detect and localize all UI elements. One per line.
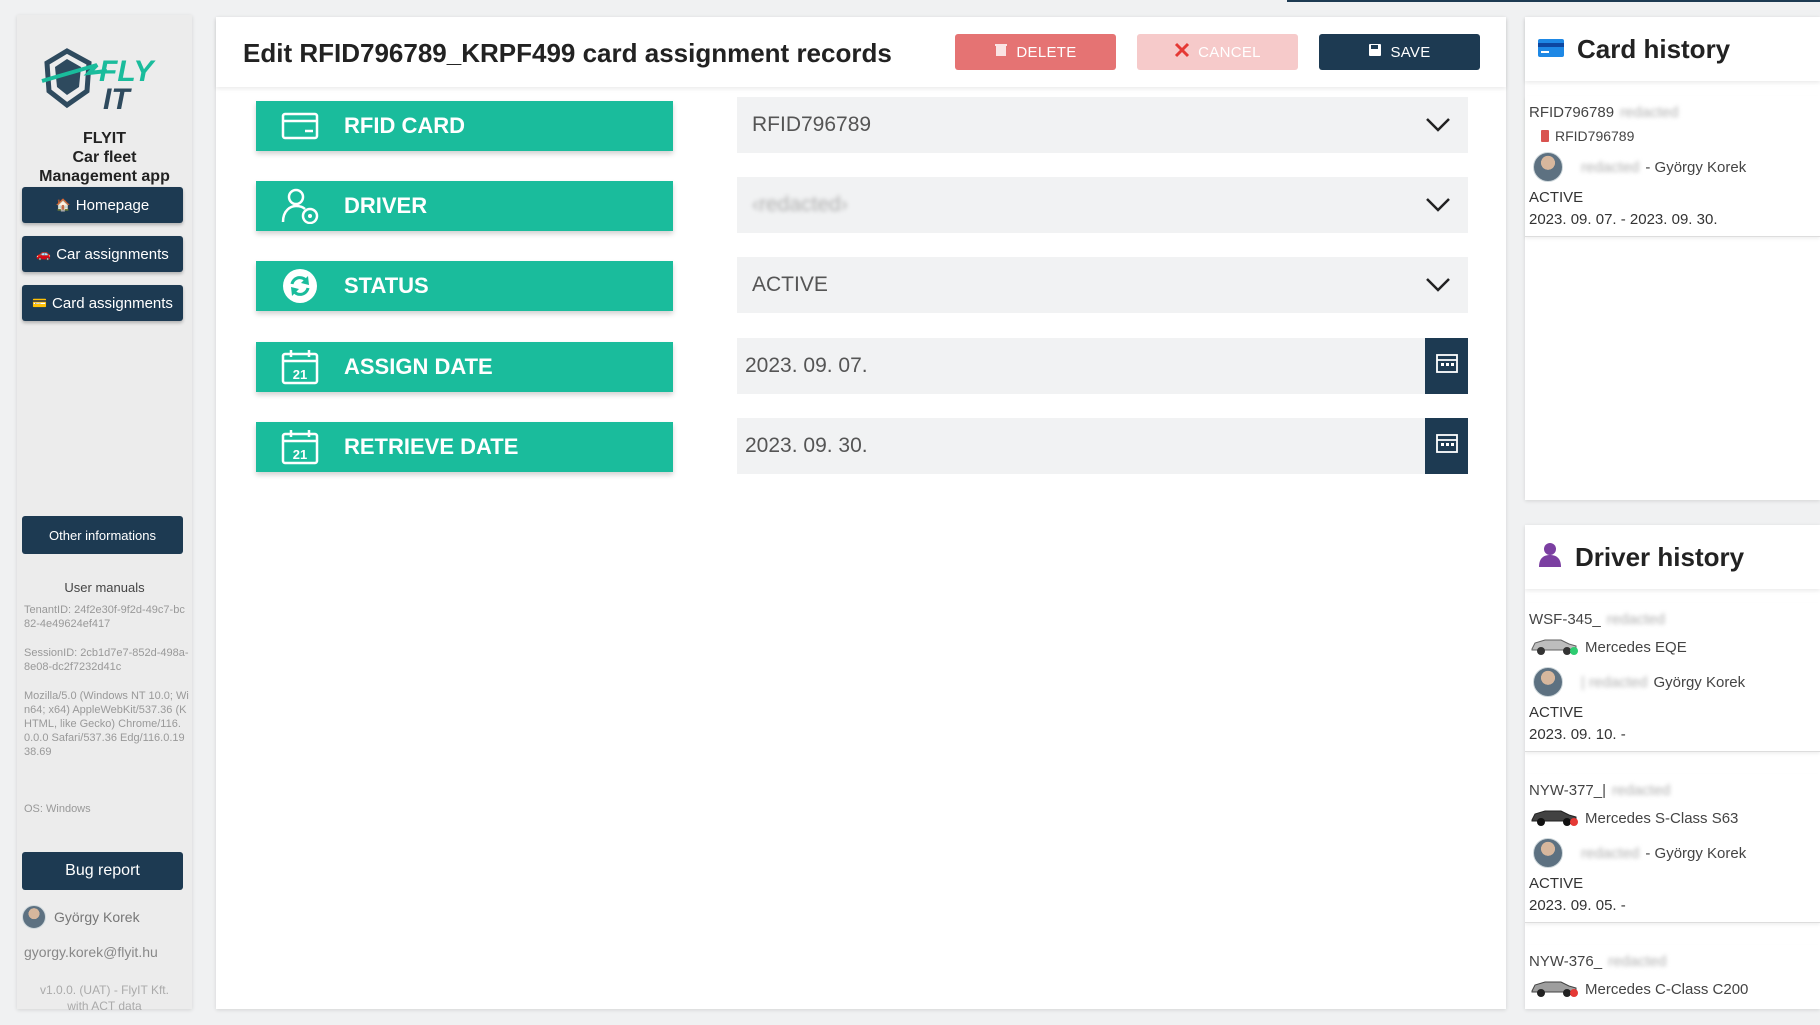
driver-history-entry[interactable]: WSF-345_ redacted Mercedes EQE | redacte… — [1525, 603, 1820, 752]
car-icon: 🚗 — [36, 247, 52, 261]
sidebar: FLY IT FLYIT Car fleet Management app 🏠 … — [17, 15, 192, 1013]
user-icon — [1537, 541, 1563, 574]
flyit-logo[interactable]: FLY IT — [37, 43, 177, 123]
user-agent: Mozilla/5.0 (Windows NT 10.0; Win64; x64… — [24, 690, 189, 758]
nav-homepage-button[interactable]: 🏠 Homepage — [22, 187, 183, 223]
calendar-icon: 21 — [256, 429, 344, 465]
user-manuals-link[interactable]: User manuals — [17, 580, 192, 595]
top-accent-strip — [1287, 0, 1820, 2]
card-icon — [1537, 34, 1565, 65]
chevron-down-icon — [1408, 197, 1468, 213]
driver-history-entry[interactable]: NYW-377_| redacted Mercedes S-Class S63 … — [1525, 774, 1820, 923]
car-icon — [1529, 976, 1579, 1002]
driver-icon — [256, 188, 344, 224]
assign-date-picker-button[interactable] — [1425, 338, 1468, 394]
refresh-icon — [256, 267, 344, 305]
calendar-icon — [1435, 353, 1458, 379]
assign-date-input[interactable]: 2023. 09. 07. — [737, 338, 1468, 394]
status-text: ACTIVE — [1529, 188, 1584, 206]
user-email: gyorgy.korek@flyit.hu — [24, 944, 158, 960]
edit-header: Edit RFID796789_KRPF499 card assignment … — [216, 17, 1506, 87]
session-id: SessionID: 2cb1d7e7-852d-498a-8e08-dc2f7… — [24, 647, 189, 673]
driver-label: DRIVER — [256, 181, 673, 231]
driver-select[interactable]: ‹redacted› — [737, 177, 1468, 233]
rfid-card-label: RFID CARD — [256, 101, 673, 151]
date-range: 2023. 09. 07. - 2023. 09. 30. — [1529, 210, 1718, 228]
nav-card-assignments-button[interactable]: 💳 Card assignments — [22, 285, 183, 321]
avatar — [1533, 152, 1563, 182]
status-text: ACTIVE — [1529, 874, 1584, 892]
chevron-down-icon — [1408, 277, 1468, 293]
close-icon — [1174, 42, 1190, 62]
date-range: 2023. 09. 10. - — [1529, 725, 1626, 743]
app-name: FLYIT Car fleet Management app — [39, 130, 170, 185]
card-history-header: Card history — [1525, 17, 1820, 81]
chevron-down-icon — [1408, 117, 1468, 133]
home-icon: 🏠 — [55, 198, 71, 212]
status-label: STATUS — [256, 261, 673, 311]
status-select[interactable]: ACTIVE — [737, 257, 1468, 313]
assign-date-label: 21 ASSIGN DATE — [256, 342, 673, 392]
card-tag-icon — [1541, 130, 1549, 142]
svg-text:21: 21 — [293, 367, 307, 382]
delete-button[interactable]: DELETE — [955, 34, 1116, 70]
retrieve-date-input[interactable]: 2023. 09. 30. — [737, 418, 1468, 474]
car-icon — [1529, 805, 1579, 831]
driver-history-panel: Driver history WSF-345_ redacted Mercede… — [1525, 525, 1820, 1009]
tenant-id: TenantID: 24f2e30f-9f2d-49c7-bc82-4e4962… — [24, 604, 185, 630]
retrieve-date-picker-button[interactable] — [1425, 418, 1468, 474]
other-informations-button[interactable]: Other informations — [22, 516, 183, 554]
retrieve-date-label: 21 RETRIEVE DATE — [256, 422, 673, 472]
car-icon — [1529, 634, 1579, 660]
trash-icon — [994, 43, 1008, 61]
page-title: Edit RFID796789_KRPF499 card assignment … — [243, 38, 892, 68]
cancel-button[interactable]: CANCEL — [1137, 34, 1298, 70]
avatar — [1533, 838, 1563, 868]
nav-car-assignments-button[interactable]: 🚗 Car assignments — [22, 236, 183, 272]
driver-history-entry[interactable]: NYW-376_ redacted Mercedes C-Class C200 — [1525, 945, 1820, 1009]
save-button[interactable]: SAVE — [1319, 34, 1480, 70]
floppy-icon — [1368, 43, 1382, 61]
os-info: OS: Windows — [24, 803, 91, 815]
status-text: ACTIVE — [1529, 703, 1584, 721]
svg-text:IT: IT — [103, 83, 132, 116]
card-history-panel: Card history RFID796789 redacted RFID796… — [1525, 17, 1820, 500]
bug-report-button[interactable]: Bug report — [22, 852, 183, 890]
card-icon: 💳 — [32, 296, 48, 310]
calendar-icon: 21 — [256, 349, 344, 385]
driver-history-header: Driver history — [1525, 525, 1820, 589]
edit-card-assignment-panel: Edit RFID796789_KRPF499 card assignment … — [216, 17, 1506, 1009]
card-icon — [256, 112, 344, 140]
avatar — [22, 905, 46, 929]
svg-text:21: 21 — [293, 447, 307, 462]
version-info: v1.0.0. (UAT) - FlyIT Kft. with ACT data — [40, 983, 169, 1013]
rfid-card-select[interactable]: RFID796789 — [737, 97, 1468, 153]
current-user: György Korek — [22, 905, 140, 929]
user-name: György Korek — [54, 909, 140, 925]
date-range: 2023. 09. 05. - — [1529, 896, 1626, 914]
calendar-icon — [1435, 433, 1458, 459]
avatar — [1533, 667, 1563, 697]
card-history-entry[interactable]: RFID796789 redacted RFID796789 redacted … — [1525, 96, 1820, 237]
